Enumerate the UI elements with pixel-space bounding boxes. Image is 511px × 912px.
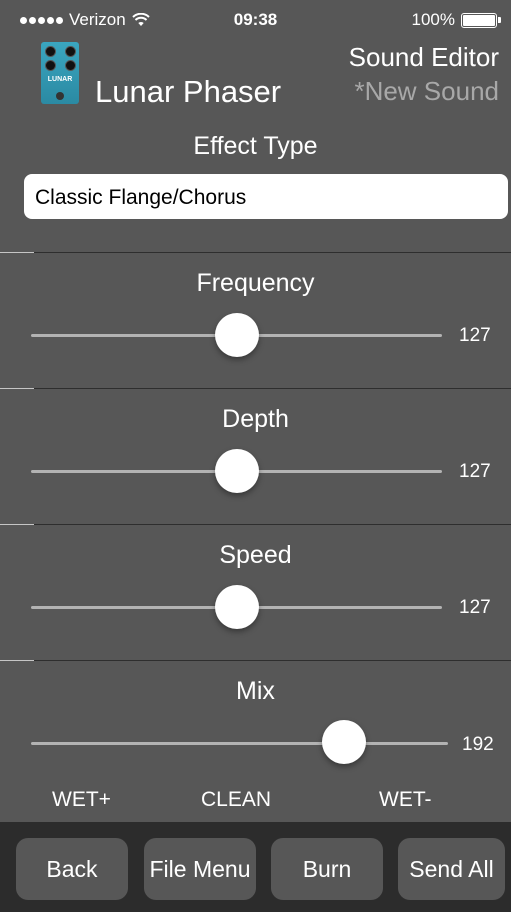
mix-wet-plus-label: WET+ xyxy=(52,788,111,811)
frequency-slider-thumb[interactable] xyxy=(214,313,259,357)
file-menu-button[interactable]: File Menu xyxy=(144,838,256,900)
burn-button[interactable]: Burn xyxy=(271,838,383,900)
battery-icon xyxy=(461,12,501,28)
effect-type-field[interactable]: Classic Flange/Chorus xyxy=(24,174,508,219)
mix-label: Mix xyxy=(236,677,275,705)
depth-value: 127 xyxy=(459,461,491,482)
sound-name: *New Sound xyxy=(354,76,499,106)
depth-slider-thumb[interactable] xyxy=(214,449,259,493)
mix-slider-track[interactable] xyxy=(31,742,448,745)
status-bar: Verizon 09:38 100% xyxy=(0,0,511,40)
frequency-label: Frequency xyxy=(196,269,315,297)
pedal-logo-text: LUNAR xyxy=(47,76,73,83)
device-name: Lunar Phaser xyxy=(95,74,282,109)
mix-slider-thumb[interactable] xyxy=(321,720,366,764)
frequency-value: 127 xyxy=(459,325,491,346)
effect-type-label: Effect Type xyxy=(193,132,318,160)
mix-wet-minus-label: WET- xyxy=(379,788,432,811)
mix-section: Mix 192 xyxy=(0,660,511,797)
depth-label: Depth xyxy=(222,405,289,433)
battery-indicator: 100% xyxy=(411,10,501,30)
frequency-section: Frequency 127 xyxy=(0,252,511,389)
send-all-button[interactable]: Send All xyxy=(398,838,505,900)
mix-value: 192 xyxy=(462,734,494,755)
battery-fill xyxy=(463,14,495,26)
depth-section: Depth 127 xyxy=(0,388,511,525)
pedal-image: LUNAR xyxy=(41,42,79,104)
editor-title: Sound Editor xyxy=(348,42,499,72)
back-button[interactable]: Back xyxy=(16,838,128,900)
speed-label: Speed xyxy=(219,541,292,569)
bottom-toolbar: Back File Menu Burn Send All xyxy=(0,822,511,912)
speed-slider-thumb[interactable] xyxy=(214,585,259,629)
battery-percent: 100% xyxy=(411,10,455,29)
mix-clean-label: CLEAN xyxy=(201,788,272,811)
speed-value: 127 xyxy=(459,597,491,618)
speed-section: Speed 127 xyxy=(0,524,511,661)
